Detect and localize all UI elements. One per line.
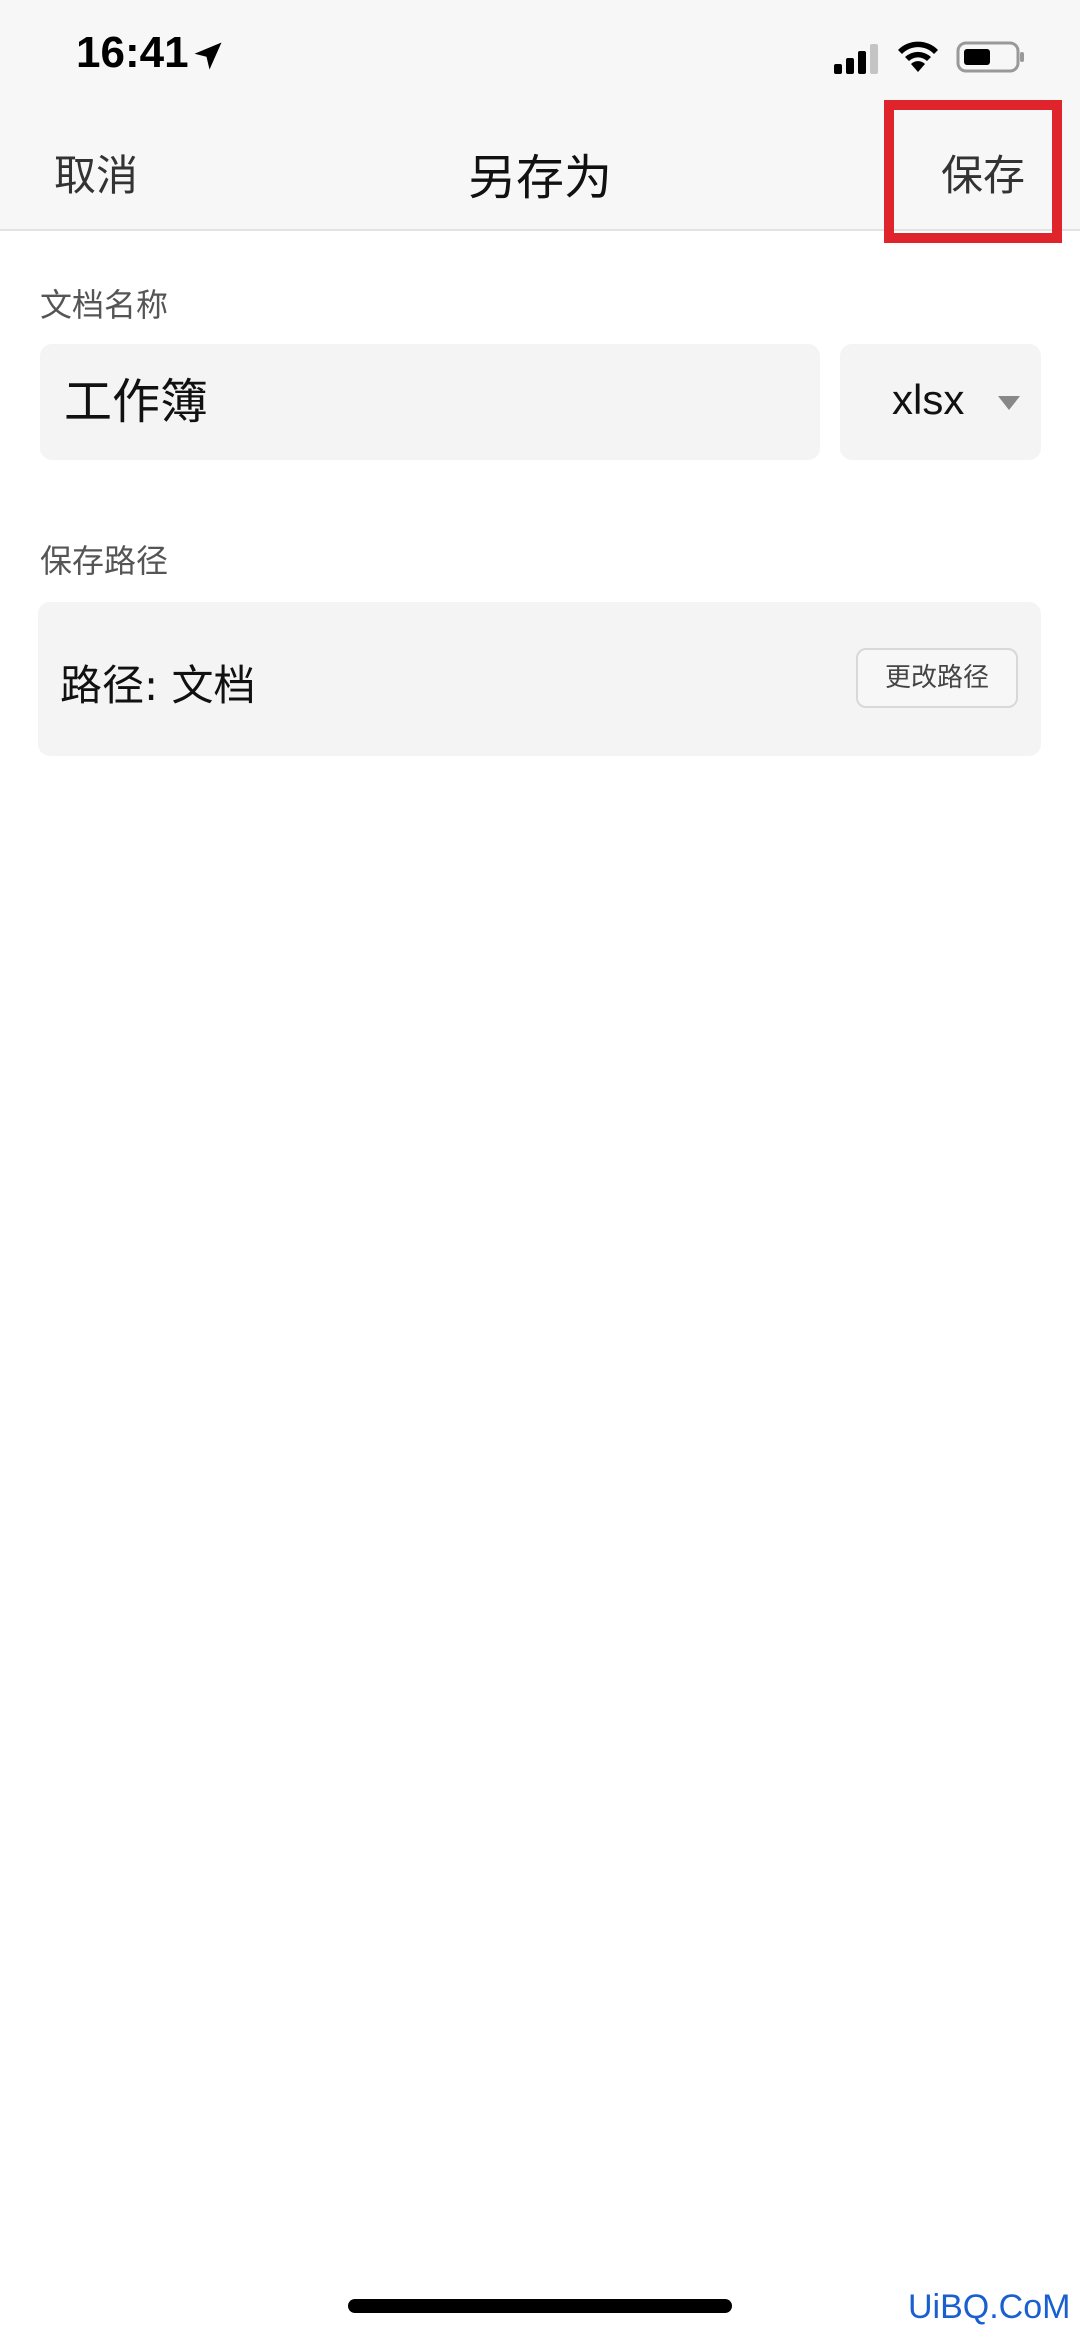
- cellular-signal-icon: [834, 44, 878, 74]
- watermark: UiBQ.CoM: [908, 2288, 1071, 2326]
- battery-icon: [956, 41, 1024, 73]
- document-name-label: 文档名称: [40, 286, 169, 324]
- navigation-bar: 取消 另存为 保存: [0, 118, 1080, 231]
- save-button[interactable]: 保存: [941, 142, 1025, 203]
- wifi-icon: [898, 41, 938, 72]
- location-arrow-icon: [194, 42, 222, 70]
- home-indicator[interactable]: [348, 2299, 732, 2313]
- file-extension-value: xlsx: [892, 376, 965, 423]
- change-path-button[interactable]: 更改路径: [856, 648, 1018, 708]
- document-name-input[interactable]: 工作簿: [40, 344, 820, 460]
- file-extension-select[interactable]: xlsx: [840, 344, 1041, 460]
- page-title: 另存为: [467, 150, 612, 206]
- save-path-card: 路径: 文档 更改路径: [38, 602, 1041, 756]
- status-bar: 16:41: [0, 0, 1080, 118]
- save-path-text: 路径: 文档: [60, 661, 256, 710]
- status-time: 16:41: [76, 28, 189, 77]
- chevron-down-icon: [998, 396, 1020, 410]
- save-path-label: 保存路径: [40, 542, 169, 580]
